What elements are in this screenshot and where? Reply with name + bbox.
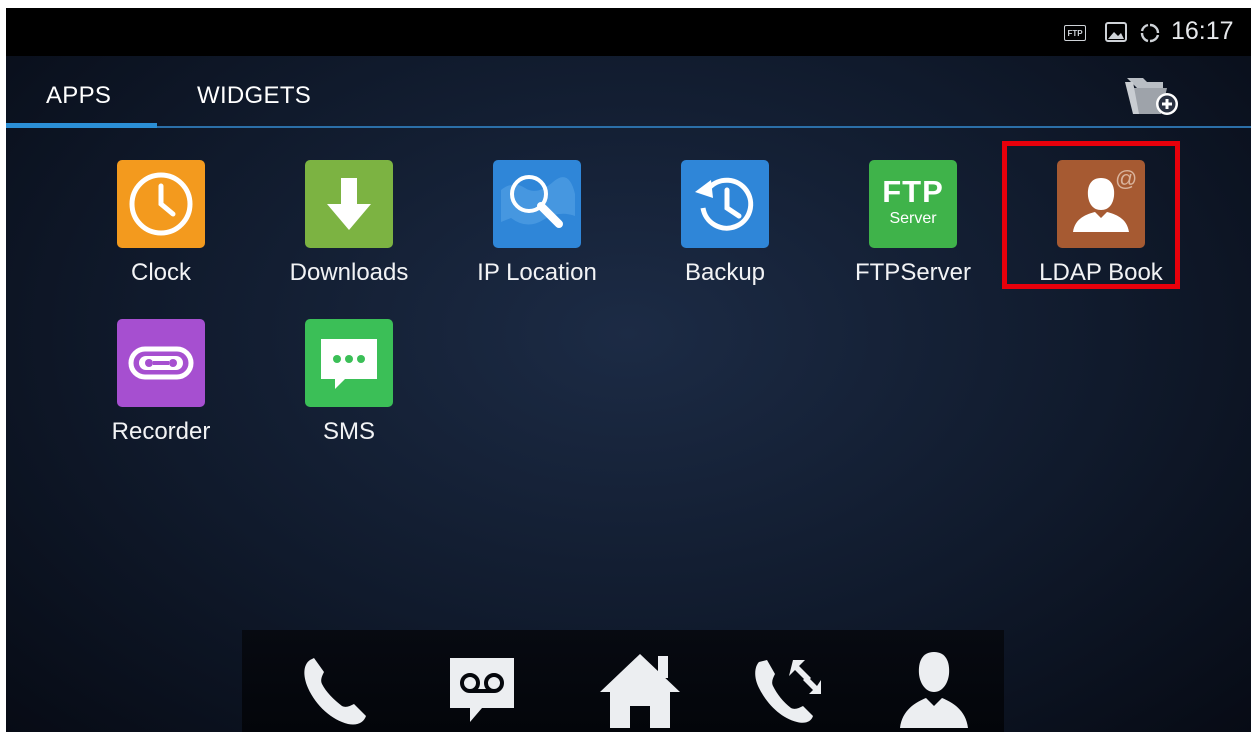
folder-add-icon xyxy=(1125,78,1178,115)
tab-widgets[interactable]: WIDGETS xyxy=(197,82,311,110)
ftp-icon-text: FTP xyxy=(882,174,944,209)
ftp-status-icon: FTP xyxy=(1064,25,1086,41)
clock-icon xyxy=(117,160,205,248)
status-bar: FTP 16:17 xyxy=(6,8,1251,56)
app-label: Backup xyxy=(684,259,766,286)
image-notification-icon xyxy=(1105,22,1127,42)
voicemail-icon[interactable] xyxy=(440,650,524,730)
app-label: Recorder xyxy=(111,418,211,445)
status-clock: 16:17 xyxy=(1171,17,1234,45)
download-arrow-icon xyxy=(305,160,393,248)
app-clock[interactable]: Clock xyxy=(71,160,251,310)
dock xyxy=(242,630,1004,732)
app-downloads[interactable]: Downloads xyxy=(259,160,439,310)
launcher-screen: FTP 16:17 APPS WIDGETS Clock Downloads I… xyxy=(6,8,1251,732)
app-label: FTPServer xyxy=(854,259,971,286)
tab-divider xyxy=(157,126,1251,128)
new-folder-button[interactable] xyxy=(1123,72,1183,118)
ftp-icon-subtext: Server xyxy=(889,210,937,227)
history-clock-icon xyxy=(681,160,769,248)
app-label: Clock xyxy=(130,259,191,286)
home-icon[interactable] xyxy=(598,650,682,730)
app-ftpserver[interactable]: FTP Server FTPServer xyxy=(823,160,1003,310)
tab-apps[interactable]: APPS xyxy=(46,82,111,110)
highlight-box xyxy=(1002,141,1180,289)
app-label: IP Location xyxy=(477,259,597,286)
app-label: Downloads xyxy=(289,259,409,286)
app-backup[interactable]: Backup xyxy=(635,160,815,310)
call-transfer-icon[interactable] xyxy=(747,650,831,730)
sync-icon xyxy=(1140,23,1160,43)
ftp-server-icon: FTP Server xyxy=(869,160,957,248)
phone-icon[interactable] xyxy=(292,650,376,730)
contacts-icon[interactable] xyxy=(892,650,976,730)
tab-indicator xyxy=(6,123,157,128)
tab-bar: APPS WIDGETS xyxy=(6,56,1251,128)
app-ip-location[interactable]: IP Location xyxy=(447,160,627,310)
app-label: SMS xyxy=(322,418,375,445)
chat-bubble-icon xyxy=(305,319,393,407)
app-recorder[interactable]: Recorder xyxy=(71,319,251,469)
app-sms[interactable]: SMS xyxy=(259,319,439,469)
magnifier-world-icon xyxy=(493,160,581,248)
cassette-icon xyxy=(117,319,205,407)
